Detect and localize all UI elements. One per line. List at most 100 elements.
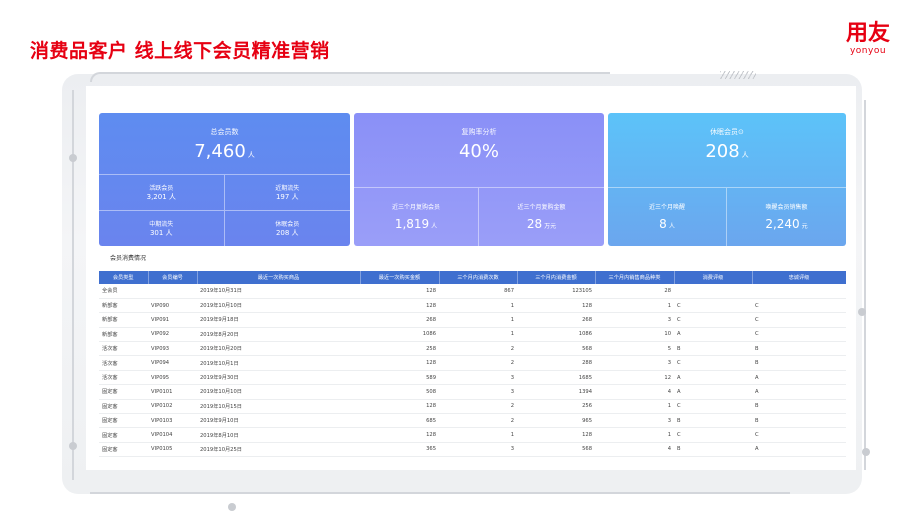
table-cell: 128 bbox=[360, 298, 439, 314]
table-cell: 867 bbox=[439, 284, 517, 299]
table-cell: 4 bbox=[595, 442, 674, 458]
column-header[interactable]: 会员编号 bbox=[148, 271, 198, 284]
mid-churn-cell[interactable]: 中期流失 301 人 bbox=[99, 210, 225, 246]
table-cell: B bbox=[752, 413, 846, 429]
table-cell: 2 bbox=[439, 399, 517, 415]
column-header[interactable]: 三个月内销售商品种类 bbox=[595, 271, 675, 284]
reactivated-cell[interactable]: 近三个月唤醒 8人 bbox=[608, 187, 727, 246]
table-cell: 3 bbox=[439, 442, 517, 458]
table-row[interactable]: 全会员 2019年10月31日 128 867 123105 28 bbox=[99, 284, 846, 299]
sub-label: 唤醒会员销售额 bbox=[765, 204, 808, 211]
table-cell bbox=[674, 284, 752, 299]
table-row[interactable]: 新部客 VIP090 2019年10月10日 128 1 128 1 C C bbox=[99, 298, 846, 314]
table-row[interactable]: 固定客 VIP0101 2019年10月10日 508 3 1394 4 A A bbox=[99, 384, 846, 400]
sub-label: 休眠会员 bbox=[275, 220, 300, 228]
table-row[interactable]: 固定客 VIP0104 2019年8月10日 128 1 128 1 C C bbox=[99, 427, 846, 443]
repurchase-amount-cell[interactable]: 近三个月复购金额 28 万元 bbox=[479, 187, 604, 246]
column-header[interactable]: 会员类型 bbox=[99, 271, 149, 284]
sub-value: 3,201 人 bbox=[146, 192, 176, 201]
table-cell: 2019年9月30日 bbox=[197, 370, 360, 386]
table-row[interactable]: 活次客 VIP094 2019年10月1日 128 2 288 3 C B bbox=[99, 355, 846, 371]
table-cell: 2019年10月20日 bbox=[197, 341, 360, 357]
table-cell: 2019年9月10日 bbox=[197, 413, 360, 429]
table-cell: C bbox=[674, 312, 752, 328]
repurchase-members-cell[interactable]: 近三个月复购会员 1,819 人 bbox=[354, 187, 479, 246]
table-cell: VIP0103 bbox=[148, 413, 197, 429]
section-title: 会员消费情况 bbox=[110, 255, 147, 262]
table-cell: 128 bbox=[360, 355, 439, 371]
table-cell: 268 bbox=[360, 312, 439, 328]
table-cell: 活次客 bbox=[99, 341, 148, 357]
table-cell: C bbox=[674, 298, 752, 314]
sub-label: 中期流失 bbox=[149, 220, 174, 228]
table-cell: 589 bbox=[360, 370, 439, 386]
table-cell: A bbox=[674, 370, 752, 386]
table-cell: 2019年10月1日 bbox=[197, 355, 360, 371]
table-cell: 3 bbox=[595, 413, 674, 429]
table-cell: 365 bbox=[360, 442, 439, 458]
table-cell: 123105 bbox=[517, 284, 595, 299]
column-header[interactable]: 三个月内消费次数 bbox=[439, 271, 518, 284]
table-cell: C bbox=[674, 355, 752, 371]
dormant-members-cell[interactable]: 休眠会员 208 人 bbox=[224, 210, 350, 246]
table-cell: 固定客 bbox=[99, 384, 148, 400]
active-members-cell[interactable]: 活跃会员 3,201 人 bbox=[99, 174, 225, 210]
column-header[interactable]: 三个月内消费金额 bbox=[517, 271, 596, 284]
column-header[interactable]: 忠诚评级 bbox=[752, 271, 847, 284]
table-cell: 5 bbox=[595, 341, 674, 357]
table-cell: 新部客 bbox=[99, 327, 148, 343]
table-cell: 3 bbox=[595, 355, 674, 371]
total-members-card[interactable]: 总会员数 7,460 人 活跃会员 3,201 人 近期流失 197 人 中期流失… bbox=[99, 113, 350, 246]
table-cell: 2019年8月20日 bbox=[197, 327, 360, 343]
dormant-card[interactable]: 休眠会员⊙ 208 人 近三个月唤醒 8人 唤醒会员销售额 2,240 元 bbox=[608, 113, 846, 246]
table-cell: 2 bbox=[439, 341, 517, 357]
table-cell: VIP0102 bbox=[148, 399, 197, 415]
table-cell: C bbox=[752, 427, 846, 443]
table-cell: 固定客 bbox=[99, 427, 148, 443]
table-cell: 568 bbox=[517, 341, 595, 357]
table-row[interactable]: 活次客 VIP095 2019年9月30日 589 3 1685 12 A A bbox=[99, 370, 846, 386]
slide-title: 消费品客户 线上线下会员精准营销 bbox=[30, 40, 330, 62]
table-cell: 2019年8月10日 bbox=[197, 427, 360, 443]
sub-label: 近三个月复购金额 bbox=[517, 204, 566, 211]
table-row[interactable]: 新部客 VIP092 2019年8月20日 1086 1 1086 10 A C bbox=[99, 327, 846, 343]
table-cell: 10 bbox=[595, 327, 674, 343]
table-cell: 2 bbox=[439, 413, 517, 429]
table-cell: 12 bbox=[595, 370, 674, 386]
table-row[interactable]: 新部客 VIP091 2019年9月18日 268 1 268 3 C C bbox=[99, 312, 846, 328]
table-cell: VIP093 bbox=[148, 341, 197, 357]
reactivated-sales-cell[interactable]: 唤醒会员销售额 2,240 元 bbox=[727, 187, 846, 246]
table-row[interactable]: 固定客 VIP0105 2019年10月25日 365 3 568 4 B A bbox=[99, 442, 846, 458]
frame-line-bottom bbox=[90, 488, 790, 494]
table-row[interactable]: 固定客 VIP0102 2019年10月15日 128 2 256 1 C B bbox=[99, 399, 846, 415]
table-cell: 1 bbox=[595, 399, 674, 415]
table-cell: B bbox=[752, 355, 846, 371]
frame-dot bbox=[858, 308, 866, 316]
table-cell: 1 bbox=[439, 298, 517, 314]
frame-dot bbox=[69, 154, 77, 162]
table-cell: 固定客 bbox=[99, 442, 148, 458]
table-cell: C bbox=[674, 399, 752, 415]
column-header[interactable]: 消费评级 bbox=[674, 271, 753, 284]
table-cell bbox=[148, 284, 197, 299]
table-cell: 新部客 bbox=[99, 298, 148, 314]
table-cell: VIP0105 bbox=[148, 442, 197, 458]
table-cell: 全会员 bbox=[99, 284, 148, 299]
table-cell bbox=[752, 284, 846, 299]
table-cell: 1086 bbox=[360, 327, 439, 343]
table-cell: 1 bbox=[439, 427, 517, 443]
recent-churn-cell[interactable]: 近期流失 197 人 bbox=[224, 174, 350, 210]
repurchase-card[interactable]: 复购率分析 40% 近三个月复购会员 1,819 人 近三个月复购金额 28 万元 bbox=[354, 113, 604, 246]
frame-hatch bbox=[720, 71, 756, 79]
table-cell: 1 bbox=[439, 327, 517, 343]
column-header[interactable]: 最近一次购买金额 bbox=[360, 271, 440, 284]
table-row[interactable]: 固定客 VIP0103 2019年9月10日 685 2 965 3 B B bbox=[99, 413, 846, 429]
logo-sub-text: yonyou bbox=[849, 46, 887, 56]
column-header[interactable]: 最近一次购买商品 bbox=[197, 271, 361, 284]
table-cell: 固定客 bbox=[99, 399, 148, 415]
table-cell: VIP094 bbox=[148, 355, 197, 371]
table-row[interactable]: 活次客 VIP093 2019年10月20日 258 2 568 5 B B bbox=[99, 341, 846, 357]
table-cell: 4 bbox=[595, 384, 674, 400]
table-cell: 508 bbox=[360, 384, 439, 400]
table-cell: B bbox=[752, 341, 846, 357]
